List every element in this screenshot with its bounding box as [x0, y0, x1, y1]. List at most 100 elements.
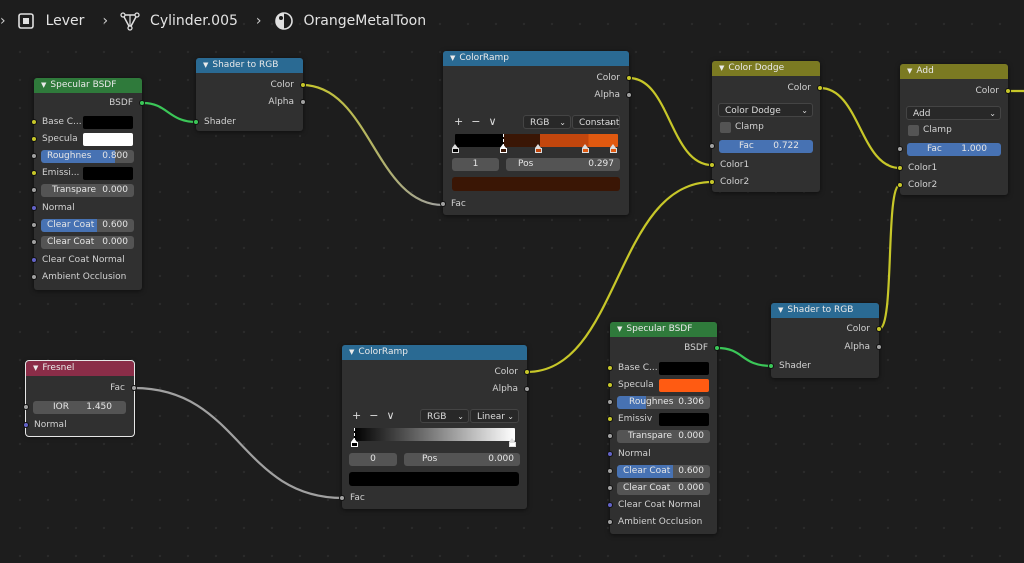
socket[interactable]: [23, 422, 29, 428]
socket[interactable]: [31, 239, 37, 245]
collapse-chevron-icon[interactable]: ▼: [450, 51, 455, 66]
socket[interactable]: [709, 162, 715, 168]
socket[interactable]: [31, 257, 37, 263]
remove-stop-button[interactable]: −: [471, 115, 480, 128]
socket[interactable]: [440, 201, 446, 207]
node-colorramp[interactable]: ▼ ColorRamp Color Alpha + − ∨ RGB ⌄ Linear ⌄ …: [339, 345, 530, 509]
ramp-stop[interactable]: [452, 144, 459, 153]
socket[interactable]: [131, 385, 137, 391]
remove-stop-button[interactable]: −: [369, 409, 378, 422]
ramp-menu-button[interactable]: ∨: [488, 115, 496, 128]
node-color-dodge[interactable]: ▼ Color Dodge Color Color Dodge ⌄ Clamp Fa…: [709, 61, 823, 192]
socket[interactable]: [897, 182, 903, 188]
clearcoat-field[interactable]: Clear Coat 0.600: [41, 219, 134, 232]
socket[interactable]: [897, 165, 903, 171]
stop-position-field[interactable]: Pos 0.000: [404, 453, 520, 466]
node-header[interactable]: ▼ Specular BSDF: [34, 78, 142, 93]
collapse-chevron-icon[interactable]: ▼: [719, 61, 724, 76]
specular-color-swatch[interactable]: [659, 379, 709, 392]
socket[interactable]: [139, 100, 145, 106]
breadcrumb-item-material[interactable]: OrangeMetalToon: [274, 11, 426, 31]
ramp-stop[interactable]: [610, 144, 617, 153]
socket[interactable]: [607, 451, 613, 457]
ior-field[interactable]: IOR 1.450: [33, 401, 126, 414]
base-color-swatch[interactable]: [659, 362, 709, 375]
socket[interactable]: [607, 468, 613, 474]
ramp-menu-button[interactable]: ∨: [386, 409, 394, 422]
checkbox-box[interactable]: [720, 122, 731, 133]
socket[interactable]: [626, 92, 632, 98]
node-header[interactable]: ▼ Fresnel: [26, 361, 134, 376]
socket[interactable]: [23, 404, 29, 410]
socket[interactable]: [607, 485, 613, 491]
emission-color-swatch[interactable]: [83, 167, 133, 180]
stop-position-field[interactable]: Pos 0.297: [506, 158, 620, 171]
socket[interactable]: [1005, 88, 1011, 94]
fac-field[interactable]: Fac 0.722: [719, 140, 813, 153]
ramp-stop[interactable]: [509, 438, 516, 447]
socket[interactable]: [607, 399, 613, 405]
transparency-field[interactable]: Transpare 0.000: [617, 430, 710, 443]
checkbox-box[interactable]: [908, 125, 919, 136]
socket[interactable]: [607, 382, 613, 388]
socket[interactable]: [31, 170, 37, 176]
roughness-field[interactable]: Roughnes 0.306: [617, 396, 710, 409]
socket[interactable]: [193, 119, 199, 125]
stop-index-field[interactable]: 0: [349, 453, 397, 466]
socket[interactable]: [607, 365, 613, 371]
socket[interactable]: [31, 222, 37, 228]
socket[interactable]: [31, 153, 37, 159]
socket[interactable]: [768, 363, 774, 369]
node-header[interactable]: ▼ ColorRamp: [443, 51, 629, 66]
interpolation-dropdown[interactable]: Constant ⌄: [572, 115, 620, 129]
fac-field[interactable]: Fac 1.000: [907, 143, 1001, 156]
stop-index-field[interactable]: 1: [452, 158, 499, 171]
ramp-stop[interactable]: [582, 144, 589, 153]
emission-color-swatch[interactable]: [659, 413, 709, 426]
node-header[interactable]: ▼ Color Dodge: [712, 61, 820, 76]
socket[interactable]: [31, 205, 37, 211]
socket[interactable]: [607, 502, 613, 508]
clearcoat-roughness-field[interactable]: Clear Coat 0.000: [617, 482, 710, 495]
add-stop-button[interactable]: +: [454, 115, 463, 128]
collapse-chevron-icon[interactable]: ▼: [203, 58, 208, 73]
socket[interactable]: [607, 433, 613, 439]
collapse-chevron-icon[interactable]: ▼: [33, 361, 38, 376]
node-colorramp[interactable]: ▼ ColorRamp Color Alpha + − ∨ RGB ⌄ Constant…: [440, 51, 632, 215]
collapse-chevron-icon[interactable]: ▼: [349, 345, 354, 360]
socket[interactable]: [300, 99, 306, 105]
node-header[interactable]: ▼ Shader to RGB: [196, 58, 303, 73]
collapse-chevron-icon[interactable]: ▼: [41, 78, 46, 93]
node-header[interactable]: ▼ ColorRamp: [342, 345, 527, 360]
socket[interactable]: [31, 119, 37, 125]
socket[interactable]: [626, 75, 632, 81]
stop-color-field[interactable]: [452, 177, 620, 191]
socket[interactable]: [300, 82, 306, 88]
clamp-checkbox[interactable]: Clamp: [908, 124, 952, 137]
node-header[interactable]: ▼ Specular BSDF: [610, 322, 717, 337]
stop-color-field[interactable]: [349, 472, 519, 486]
socket[interactable]: [876, 344, 882, 350]
collapse-chevron-icon[interactable]: ▼: [778, 303, 783, 318]
socket[interactable]: [524, 369, 530, 375]
transparency-field[interactable]: Transpare 0.000: [41, 184, 134, 197]
socket[interactable]: [607, 519, 613, 525]
clamp-checkbox[interactable]: Clamp: [720, 121, 764, 134]
add-stop-button[interactable]: +: [352, 409, 361, 422]
node-specular-bsdf[interactable]: ▼ Specular BSDF BSDF Base C... Specula Ro…: [607, 322, 720, 534]
socket[interactable]: [607, 416, 613, 422]
blend-mode-dropdown[interactable]: Color Dodge ⌄: [718, 103, 813, 117]
socket[interactable]: [817, 85, 823, 91]
color-ramp-bar[interactable]: [354, 428, 515, 441]
socket[interactable]: [897, 146, 903, 152]
node-header[interactable]: ▼ Add: [900, 64, 1008, 79]
color-mode-dropdown[interactable]: RGB ⌄: [420, 409, 469, 423]
socket[interactable]: [709, 179, 715, 185]
node-shader-to-rgb[interactable]: ▼ Shader to RGB Color Alpha Shader: [768, 303, 882, 378]
node-header[interactable]: ▼ Shader to RGB: [771, 303, 879, 318]
clearcoat-roughness-field[interactable]: Clear Coat 0.000: [41, 236, 134, 249]
specular-color-swatch[interactable]: [83, 133, 133, 146]
node-fresnel[interactable]: ▼ Fresnel Fac IOR 1.450 Normal: [23, 360, 137, 437]
socket[interactable]: [339, 495, 345, 501]
socket[interactable]: [524, 386, 530, 392]
